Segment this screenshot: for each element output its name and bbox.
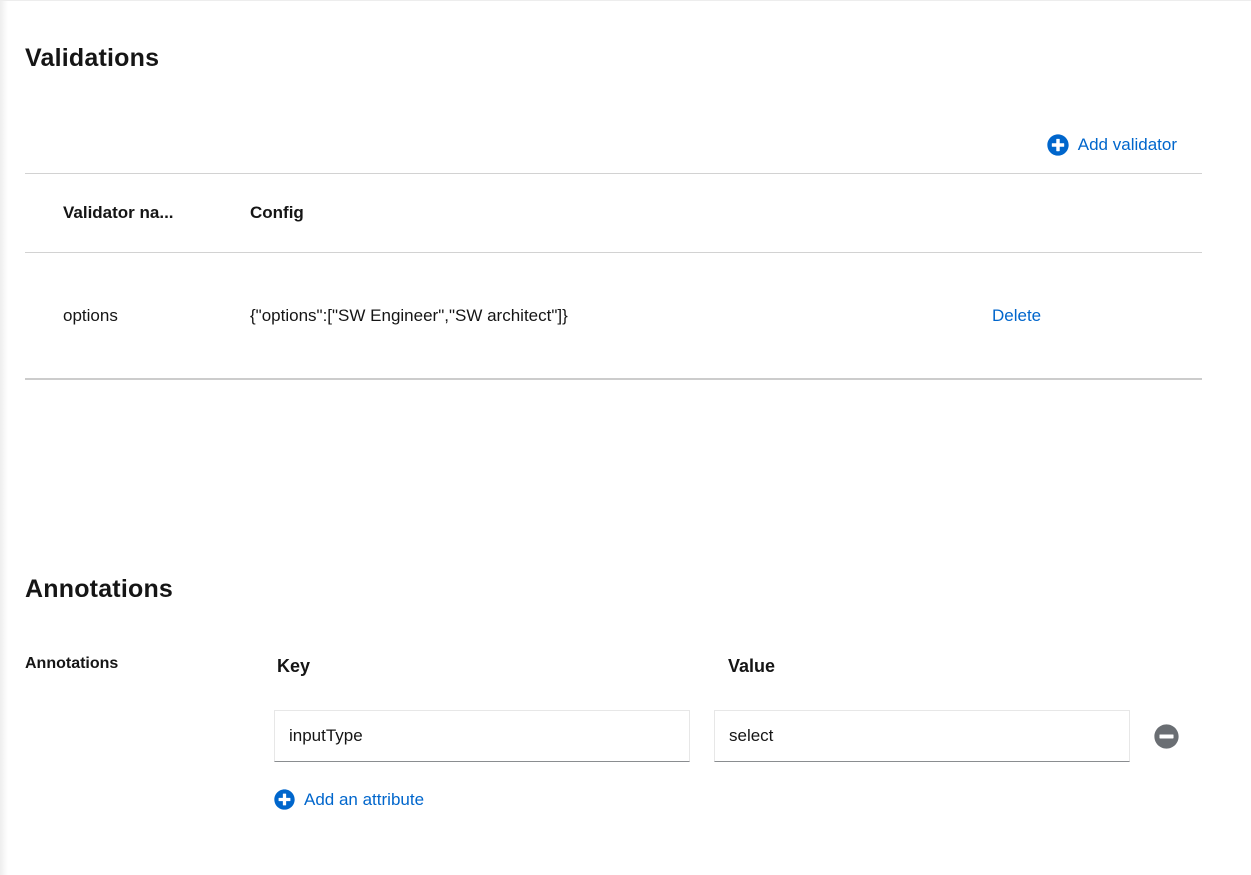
key-value-headers: Key Value (274, 654, 1202, 679)
remove-attribute-button[interactable] (1154, 723, 1180, 749)
validations-section: Validations Add validator Validator na..… (25, 43, 1202, 380)
validations-title: Validations (25, 43, 1202, 73)
validator-name-cell: options (63, 306, 250, 326)
validators-table-header: Validator na... Config (25, 173, 1202, 253)
validator-actions-cell: Delete (960, 306, 1202, 326)
column-header-validator-name: Validator na... (63, 203, 250, 223)
table-row: options {"options":["SW Engineer","SW ar… (25, 253, 1202, 380)
plus-circle-icon (1047, 134, 1069, 156)
annotations-form-row: Annotations Key Value (25, 654, 1202, 815)
column-header-config: Config (250, 203, 960, 223)
delete-validator-button[interactable]: Delete (992, 306, 1041, 326)
key-column-header: Key (274, 654, 690, 679)
plus-circle-icon (274, 789, 295, 810)
annotations-field-label: Annotations (25, 654, 274, 674)
add-attribute-label: Add an attribute (304, 790, 424, 810)
annotation-key-input[interactable] (274, 710, 690, 762)
add-validator-button[interactable]: Add validator (1047, 134, 1177, 156)
add-validator-label: Add validator (1078, 135, 1177, 155)
minus-circle-icon (1154, 724, 1179, 749)
validator-config-cell: {"options":["SW Engineer","SW architect"… (250, 306, 960, 326)
annotation-value-input[interactable] (714, 710, 1130, 762)
annotation-entry-row (274, 710, 1202, 762)
annotations-section: Annotations Annotations Key Value (25, 574, 1202, 815)
add-attribute-button[interactable]: Add an attribute (274, 789, 424, 810)
annotations-title: Annotations (25, 574, 1202, 604)
validations-toolbar: Add validator (25, 116, 1202, 173)
value-column-header: Value (714, 654, 1130, 679)
form-content: Validations Add validator Validator na..… (0, 1, 1251, 815)
validators-table: Validator na... Config options {"options… (25, 173, 1202, 380)
